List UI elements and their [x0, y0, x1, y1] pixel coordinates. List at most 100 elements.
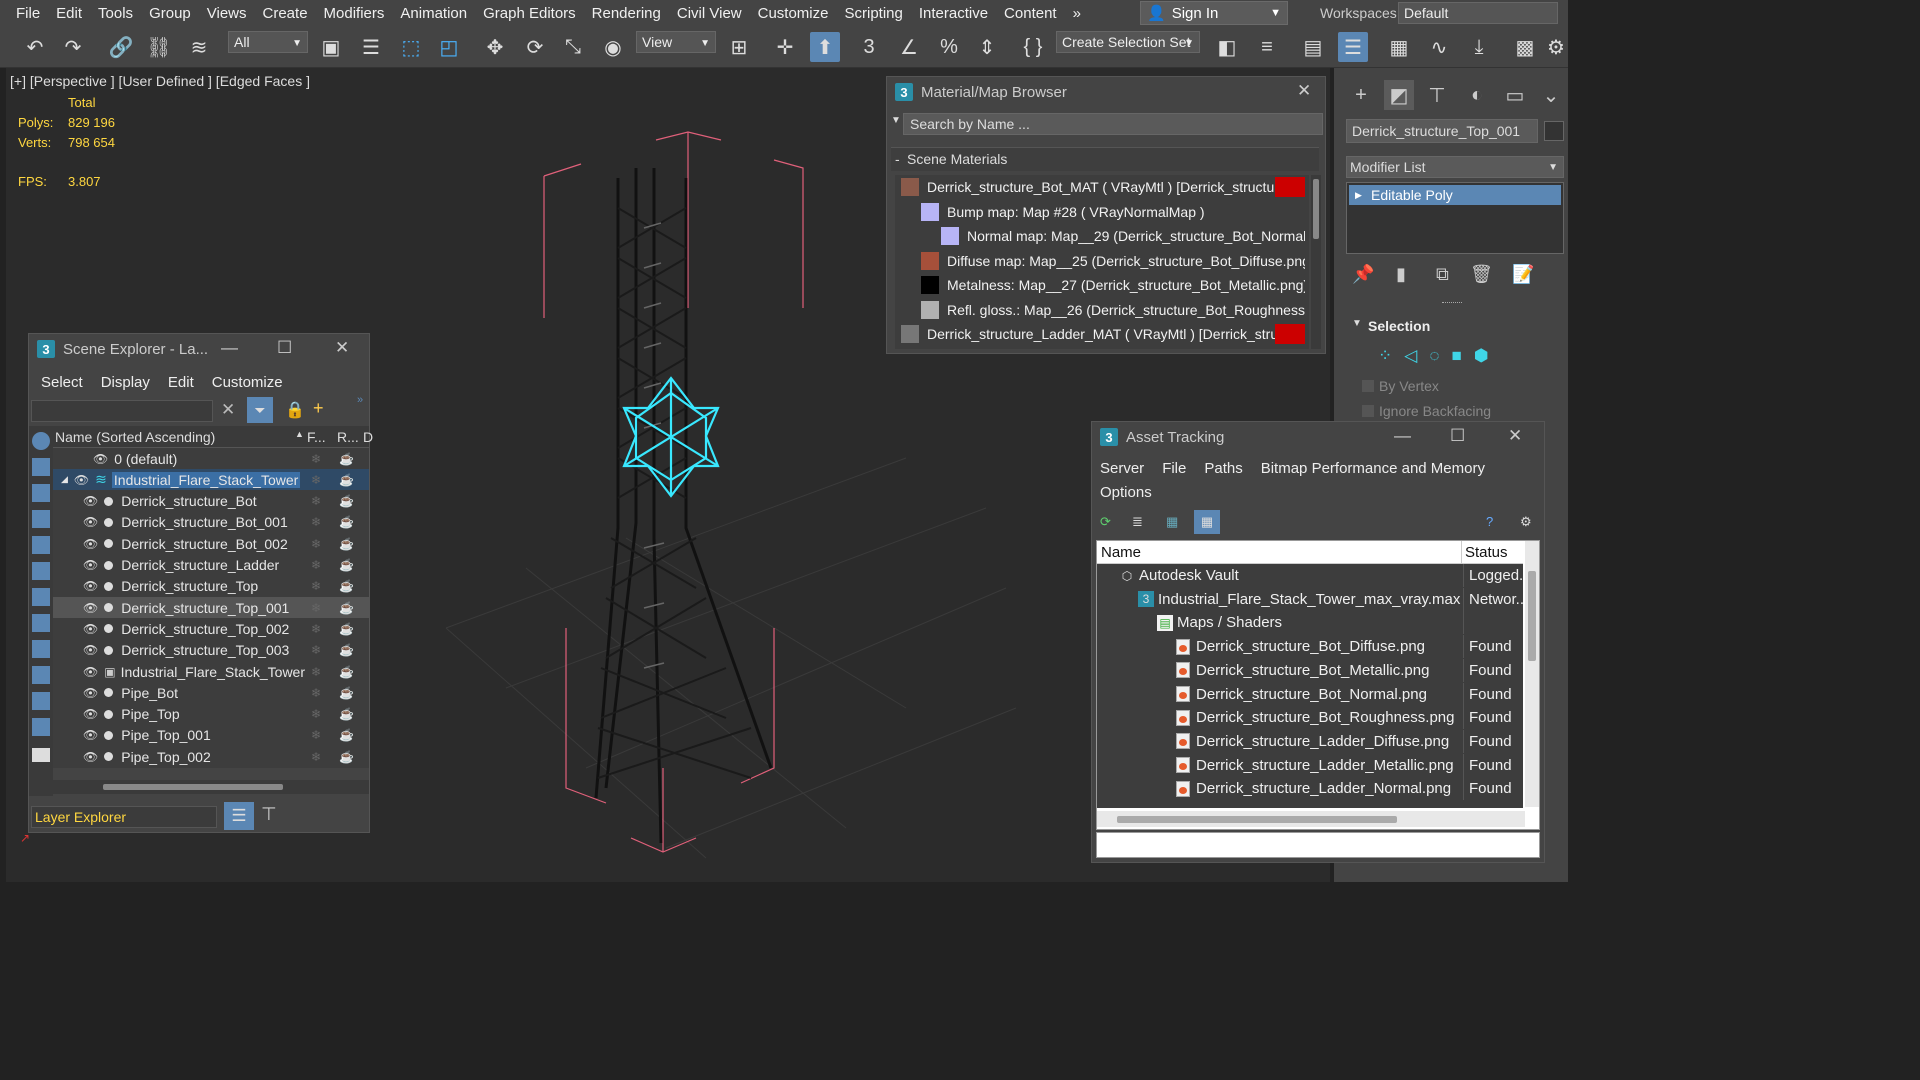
visibility-eye-icon[interactable]: 👁 [83, 537, 98, 551]
menu-interactive[interactable]: Interactive [911, 5, 996, 22]
asset-tracking-titlebar[interactable]: 3 Asset Tracking [1092, 422, 1544, 452]
scrollbar-thumb[interactable] [1528, 571, 1536, 661]
asset-row[interactable]: Derrick_structure_Bot_Normal.png Found [1099, 682, 1523, 706]
freeze-icon[interactable]: ❄ [311, 579, 321, 593]
freeze-icon[interactable]: ❄ [311, 452, 321, 466]
column-name[interactable]: Name (Sorted Ascending) [55, 429, 215, 445]
freeze-icon[interactable]: ❄ [311, 622, 321, 636]
rotate-icon[interactable]: ⟳ [520, 32, 550, 62]
renderable-teapot-icon[interactable]: ☕ [339, 452, 354, 466]
renderable-teapot-icon[interactable]: ☕ [339, 707, 354, 721]
expand-icon[interactable]: ▶ [1355, 185, 1362, 205]
freeze-icon[interactable]: ❄ [311, 728, 321, 742]
configure-modifier-sets-icon[interactable]: 📝 [1512, 264, 1534, 285]
asset-row[interactable]: Derrick_structure_Bot_Diffuse.png Found [1099, 635, 1523, 659]
border-icon[interactable]: ◌ [1429, 346, 1439, 368]
maximize-icon[interactable]: ☐ [1450, 426, 1465, 446]
freeze-icon[interactable]: ❄ [311, 537, 321, 551]
placement-icon[interactable]: ◉ [598, 32, 628, 62]
renderable-teapot-icon[interactable]: ☕ [339, 622, 354, 636]
freeze-icon[interactable]: ❄ [311, 643, 321, 657]
scene-explorer-titlebar[interactable]: 3 Scene Explorer - La... [29, 334, 369, 364]
close-icon[interactable]: ✕ [1297, 81, 1311, 101]
asset-path-field[interactable] [1096, 832, 1540, 858]
freeze-icon[interactable]: ❄ [311, 750, 321, 764]
undo-icon[interactable]: ↶ [20, 32, 50, 62]
renderable-teapot-icon[interactable]: ☕ [339, 643, 354, 657]
show-end-result-icon[interactable]: ▮ [1396, 264, 1406, 285]
column-name[interactable]: Name [1101, 544, 1141, 561]
select-manipulate-icon[interactable]: ✛ [770, 32, 800, 62]
display-xrefs-icon[interactable] [32, 614, 50, 632]
menu-file[interactable]: File [8, 5, 48, 22]
bind-to-space-warp-icon[interactable]: ≋ [184, 32, 214, 62]
visibility-eye-icon[interactable]: 👁 [83, 728, 98, 742]
rectangular-selection-icon[interactable]: ⬚ [396, 32, 426, 62]
modifier-list-dropdown[interactable]: Modifier List ▼ [1346, 156, 1564, 178]
menu-file[interactable]: File [1162, 460, 1186, 477]
asset-horizontal-scrollbar[interactable] [1097, 811, 1525, 827]
visibility-eye-icon[interactable]: 👁 [83, 622, 98, 636]
renderable-teapot-icon[interactable]: ☕ [339, 601, 354, 615]
asset-row[interactable]: 3 Industrial_Flare_Stack_Tower_max_vray.m… [1099, 587, 1523, 611]
snaps-toggle-icon[interactable]: 3 [854, 32, 884, 62]
display-cameras-icon[interactable] [32, 510, 50, 528]
pivot-center-icon[interactable]: ⊞ [724, 32, 754, 62]
scene-tree-row[interactable]: 👁 Pipe_Top_002 ❄ ☕ [53, 746, 369, 767]
ignore-backfacing-checkbox[interactable] [1362, 405, 1374, 417]
renderable-teapot-icon[interactable]: ☕ [339, 494, 354, 508]
scene-tree-row[interactable]: 👁 Pipe_Top ❄ ☕ [53, 704, 369, 725]
menu-animation[interactable]: Animation [392, 5, 475, 22]
display-shapes-icon[interactable] [32, 458, 50, 476]
layer-explorer-icon[interactable]: ☰ [1338, 32, 1368, 62]
freeze-icon[interactable]: ❄ [311, 686, 321, 700]
material-list-scrollbar[interactable] [1311, 175, 1321, 349]
object-name-input[interactable]: Derrick_structure_Top_001 [1346, 119, 1538, 143]
visibility-eye-icon[interactable]: 👁 [83, 601, 98, 615]
visibility-eye-icon[interactable]: 👁 [93, 452, 108, 466]
scale-icon[interactable]: ⤡ [558, 32, 588, 62]
renderable-teapot-icon[interactable]: ☕ [339, 579, 354, 593]
curve-editor-icon[interactable]: ∿ [1424, 32, 1454, 62]
redo-icon[interactable]: ↷ [58, 32, 88, 62]
menu-group[interactable]: Group [141, 5, 199, 22]
display-lights-icon[interactable] [32, 484, 50, 502]
pin-stack-icon[interactable]: 📌 [1352, 264, 1374, 285]
menu-options[interactable]: Options [1100, 484, 1152, 501]
material-browser-titlebar[interactable]: 3 Material/Map Browser [887, 77, 1325, 107]
remove-modifier-icon[interactable]: 🗑 [1470, 264, 1493, 285]
asset-row[interactable]: Derrick_structure_Ladder_Metallic.png Fou… [1099, 753, 1523, 777]
make-unique-icon[interactable]: ⧉ [1436, 264, 1449, 285]
align-icon[interactable]: ≡ [1252, 32, 1282, 62]
visibility-eye-icon[interactable]: 👁 [83, 494, 98, 508]
display-hidden-icon[interactable] [32, 718, 50, 736]
renderable-teapot-icon[interactable]: ☕ [339, 558, 354, 572]
scene-tree-row[interactable]: 👁 Derrick_structure_Bot ❄ ☕ [53, 491, 369, 512]
material-list-item[interactable]: Derrick_structure_Ladder_MAT ( VRayMtl )… [901, 322, 1305, 346]
menu-civil-view[interactable]: Civil View [669, 5, 750, 22]
menu-create[interactable]: Create [255, 5, 316, 22]
minimize-icon[interactable]: — [1394, 426, 1411, 446]
menu-display[interactable]: Display [101, 374, 150, 391]
close-icon[interactable]: ✕ [335, 338, 349, 358]
scene-tree-row[interactable]: 👁 ▣ Industrial_Flare_Stack_Tower ❄ ☕ [53, 661, 369, 682]
scene-tree-row[interactable]: 👁 Derrick_structure_Top_002 ❄ ☕ [53, 618, 369, 639]
refresh-icon[interactable]: ⟳ [1100, 514, 1111, 530]
vertex-icon[interactable]: ⁘ [1378, 346, 1392, 368]
display-spacewarps-icon[interactable] [32, 562, 50, 580]
menu-edit[interactable]: Edit [168, 374, 194, 391]
column-renderable[interactable]: R... [337, 429, 359, 445]
thumbnail-icon[interactable]: ▦ [1166, 514, 1178, 530]
freeze-icon[interactable]: ❄ [311, 558, 321, 572]
display-geometry-icon[interactable] [32, 432, 50, 450]
mirror-icon[interactable]: ◧ [1212, 32, 1242, 62]
selection-filter-dropdown[interactable]: All ▼ [228, 31, 308, 53]
settings-icon[interactable]: ⚙ [1520, 514, 1532, 530]
scrollbar-thumb[interactable] [103, 784, 283, 790]
scene-tree-row[interactable]: 👁 0 (default) ❄ ☕ [53, 448, 369, 469]
asset-row[interactable]: Derrick_structure_Ladder_Diffuse.png Foun… [1099, 729, 1523, 753]
column-display[interactable]: D [363, 429, 373, 445]
asset-row[interactable]: ⬡ Autodesk Vault Logged. [1099, 564, 1523, 587]
menu-bitmap-performance[interactable]: Bitmap Performance and Memory [1261, 460, 1485, 477]
visibility-eye-icon[interactable]: 👁 [83, 750, 98, 764]
